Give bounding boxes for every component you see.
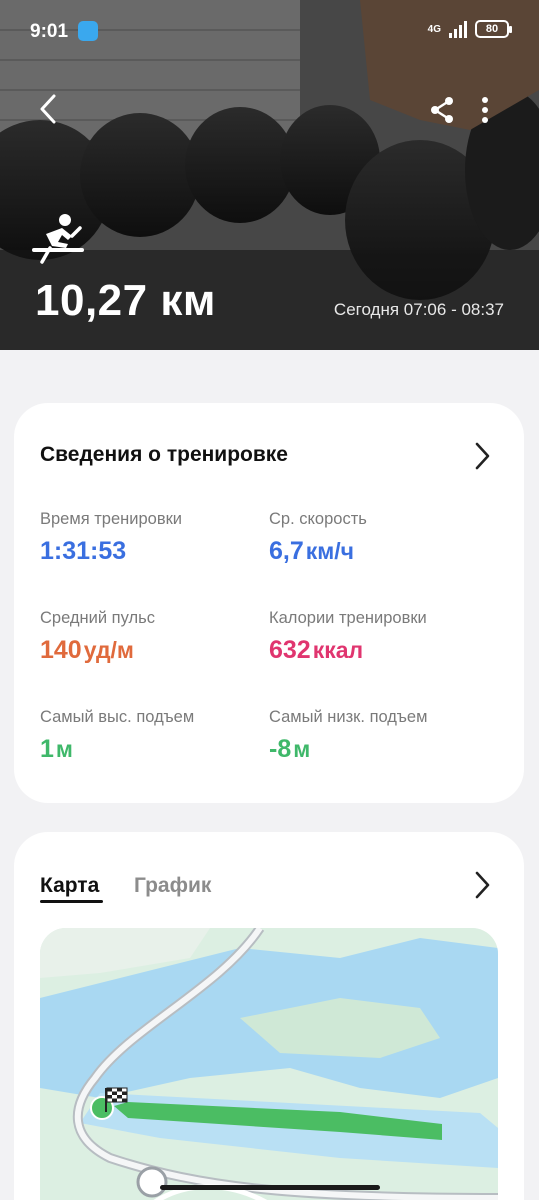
- workout-distance: 10,27 км: [35, 276, 216, 325]
- network-type: 4G: [427, 23, 441, 35]
- hero-header: 9:01 4G 80 10,27 км Сегодня 07:06 - 08:3…: [0, 0, 539, 350]
- tab-graph[interactable]: График: [134, 874, 211, 898]
- metric-value: 1м: [40, 735, 260, 764]
- battery-level: 80: [485, 23, 499, 35]
- metric-number: 6,7: [269, 537, 304, 565]
- status-bar: 9:01 4G 80: [0, 0, 539, 62]
- metric-number: -8: [269, 735, 292, 763]
- metric-avg-speed: Ср. скорость 6,7км/ч: [269, 510, 489, 566]
- metric-value: -8м: [269, 735, 489, 764]
- route-map[interactable]: [40, 928, 498, 1200]
- workout-details-card[interactable]: Сведения о тренировке Время тренировки 1…: [14, 403, 524, 803]
- status-time: 9:01: [30, 21, 69, 42]
- metric-max-elevation: Самый выс. подъем 1м: [40, 708, 260, 764]
- more-icon[interactable]: [474, 95, 496, 125]
- metric-label: Ср. скорость: [269, 510, 367, 528]
- metric-value: 632ккал: [269, 636, 489, 665]
- metric-label: Самый выс. подъем: [40, 708, 195, 726]
- metric-value: 1:31:53: [40, 537, 260, 566]
- workout-details-screen: 9:01 4G 80 10,27 км Сегодня 07:06 - 08:3…: [0, 0, 539, 1200]
- metric-unit: ккал: [312, 637, 364, 663]
- map-poi: [136, 1166, 168, 1198]
- metric-unit: уд/м: [83, 637, 134, 663]
- metric-avg-heart-rate: Средний пульс 140уд/м: [40, 609, 260, 665]
- chevron-right-icon[interactable]: [472, 870, 492, 900]
- back-icon[interactable]: [32, 92, 66, 126]
- metric-value: 140уд/м: [40, 636, 260, 665]
- metric-min-elevation: Самый низк. подъем -8м: [269, 708, 489, 764]
- metric-number: 1:31:53: [40, 537, 127, 565]
- chevron-right-icon[interactable]: [472, 441, 492, 471]
- tab-map[interactable]: Карта: [40, 874, 99, 898]
- map-canvas: [40, 928, 498, 1200]
- share-icon[interactable]: [428, 95, 456, 125]
- details-title: Сведения о тренировке: [40, 443, 288, 466]
- metric-value: 6,7км/ч: [269, 537, 489, 566]
- metric-unit: км/ч: [305, 538, 355, 564]
- metric-calories: Калории тренировки 632ккал: [269, 609, 489, 665]
- route-card: Карта График: [14, 832, 524, 1200]
- metric-unit: м: [293, 736, 311, 762]
- metric-label: Самый низк. подъем: [269, 708, 428, 726]
- metric-number: 632: [269, 636, 311, 664]
- rowing-icon: [32, 214, 84, 264]
- metric-label: Калории тренировки: [269, 609, 427, 627]
- status-indicators: 4G 80: [427, 20, 512, 38]
- metric-label: Время тренировки: [40, 510, 183, 528]
- workout-time-range: Сегодня 07:06 - 08:37: [333, 300, 504, 319]
- metric-workout-time: Время тренировки 1:31:53: [40, 510, 260, 566]
- metric-number: 140: [40, 636, 82, 664]
- battery-icon: 80: [475, 20, 512, 38]
- metric-unit: м: [55, 736, 73, 762]
- app-notification-icon: [78, 21, 98, 41]
- signal-icon: [449, 20, 467, 38]
- metric-label: Средний пульс: [40, 609, 155, 627]
- home-indicator[interactable]: [160, 1185, 380, 1190]
- metric-number: 1: [40, 735, 54, 763]
- active-tab-indicator: [40, 900, 103, 903]
